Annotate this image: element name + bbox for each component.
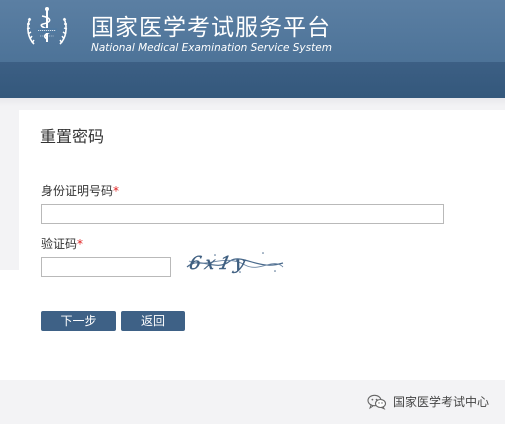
header-nav-bar (0, 62, 505, 98)
id-number-input[interactable] (41, 204, 444, 224)
watermark: 国家医学考试中心 (367, 392, 489, 412)
captcha-text: 6x1y (187, 253, 251, 274)
page-title: 重置密码 (40, 127, 105, 146)
captcha-label-text: 验证码 (41, 237, 78, 251)
site-subtitle: National Medical Examination Service Sys… (91, 42, 332, 54)
captcha-label: 验证码* (41, 236, 83, 252)
site-title: 国家医学考试服务平台 (91, 15, 331, 41)
id-number-label: 身份证明号码* (41, 183, 119, 199)
back-button[interactable]: 返回 (121, 311, 185, 331)
medical-caduceus-emblem-icon (26, 7, 68, 45)
left-side-panel (0, 270, 19, 380)
next-step-button[interactable]: 下一步 (41, 311, 116, 331)
watermark-text: 国家医学考试中心 (393, 395, 490, 409)
header-shadow (0, 98, 505, 106)
page: 国家医学考试服务平台 National Medical Examination … (0, 0, 505, 424)
required-mark: * (77, 237, 84, 251)
id-number-label-text: 身份证明号码 (41, 184, 114, 198)
captcha-input[interactable] (41, 257, 171, 277)
reset-password-panel (19, 110, 505, 380)
captcha-image[interactable]: 6x1y (185, 247, 285, 277)
wechat-icon (367, 394, 387, 410)
required-mark: * (113, 184, 120, 198)
